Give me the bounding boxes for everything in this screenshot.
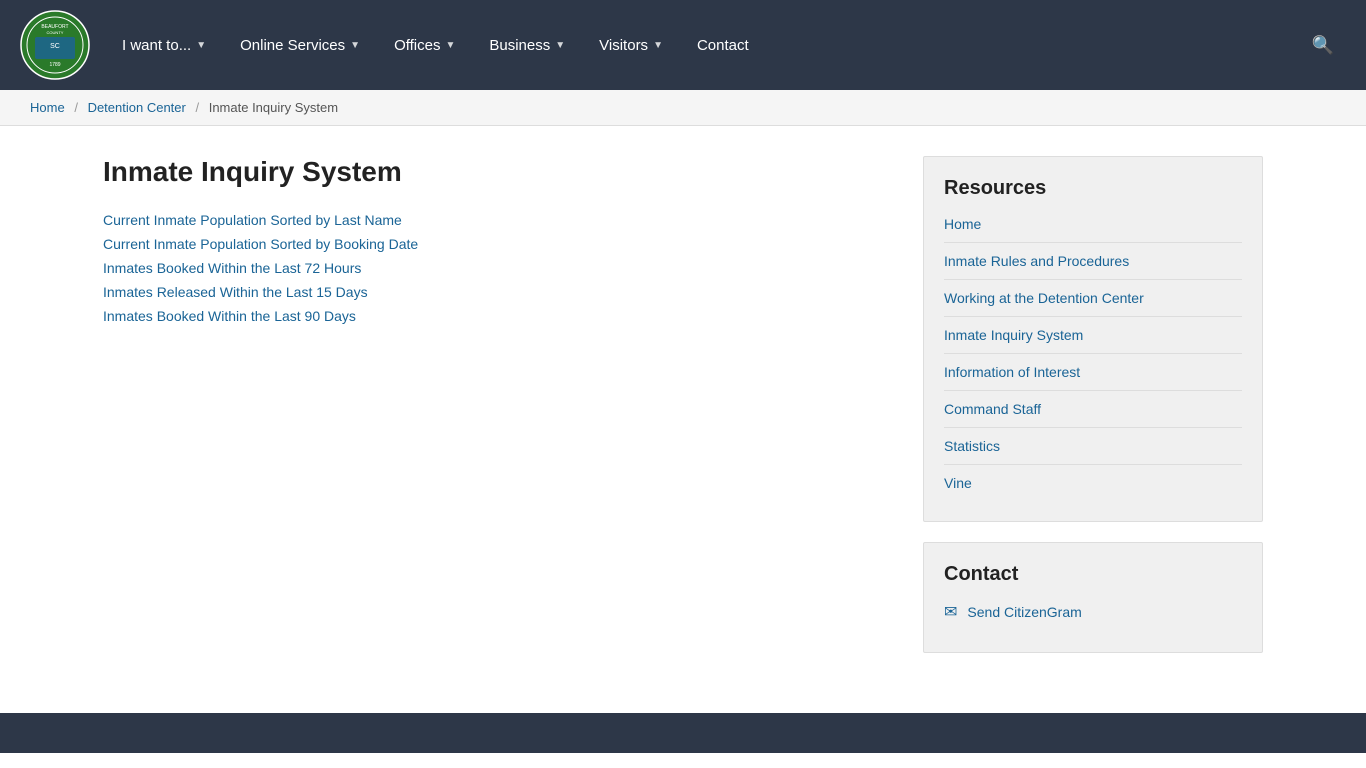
resource-link-inquiry[interactable]: Inmate Inquiry System xyxy=(944,327,1083,343)
list-item: Inmates Released Within the Last 15 Days xyxy=(103,284,883,300)
list-item: Inmate Inquiry System xyxy=(944,316,1242,353)
nav-item-iwantto[interactable]: I want to... ▼ xyxy=(110,29,218,62)
citizengram-link[interactable]: Send CitizenGram xyxy=(967,604,1081,620)
breadcrumb-current: Inmate Inquiry System xyxy=(209,100,338,115)
inmate-link-5[interactable]: Inmates Booked Within the Last 90 Days xyxy=(103,308,356,324)
resource-link-statistics[interactable]: Statistics xyxy=(944,438,1000,454)
list-item: Home xyxy=(944,216,1242,242)
breadcrumb: Home / Detention Center / Inmate Inquiry… xyxy=(0,90,1366,126)
site-logo[interactable]: BEAUFORT COUNTY SC 1789 xyxy=(20,10,90,80)
resource-link-rules[interactable]: Inmate Rules and Procedures xyxy=(944,253,1129,269)
list-item: Vine xyxy=(944,464,1242,501)
search-button[interactable]: 🔍 xyxy=(1300,27,1346,64)
chevron-down-icon: ▼ xyxy=(445,40,455,51)
chevron-down-icon: ▼ xyxy=(653,40,663,51)
breadcrumb-separator: / xyxy=(195,100,199,115)
list-item: Information of Interest xyxy=(944,353,1242,390)
nav-item-onlineservices[interactable]: Online Services ▼ xyxy=(228,29,372,62)
navbar: BEAUFORT COUNTY SC 1789 I want to... ▼ O… xyxy=(0,0,1366,90)
content-area: Inmate Inquiry System Current Inmate Pop… xyxy=(103,156,883,673)
search-icon: 🔍 xyxy=(1312,35,1334,55)
resources-box: Resources Home Inmate Rules and Procedur… xyxy=(923,156,1263,522)
svg-text:SC: SC xyxy=(50,43,60,50)
list-item: Inmate Rules and Procedures xyxy=(944,242,1242,279)
chevron-down-icon: ▼ xyxy=(196,40,206,51)
breadcrumb-home[interactable]: Home xyxy=(30,100,65,115)
nav-item-contact[interactable]: Contact xyxy=(685,29,761,62)
resource-link-vine[interactable]: Vine xyxy=(944,475,972,491)
contact-link-list: ✉ Send CitizenGram xyxy=(944,602,1242,632)
svg-text:COUNTY: COUNTY xyxy=(47,30,64,35)
list-item: Current Inmate Population Sorted by Book… xyxy=(103,236,883,252)
contact-title: Contact xyxy=(944,563,1242,586)
page-title: Inmate Inquiry System xyxy=(103,156,883,188)
list-item: Current Inmate Population Sorted by Last… xyxy=(103,212,883,228)
breadcrumb-separator: / xyxy=(74,100,78,115)
nav-item-offices[interactable]: Offices ▼ xyxy=(382,29,467,62)
resource-link-working[interactable]: Working at the Detention Center xyxy=(944,290,1144,306)
list-item: Statistics xyxy=(944,427,1242,464)
mail-icon: ✉ xyxy=(944,602,957,622)
list-item: Inmates Booked Within the Last 90 Days xyxy=(103,308,883,324)
nav-menu: I want to... ▼ Online Services ▼ Offices… xyxy=(110,27,1346,64)
chevron-down-icon: ▼ xyxy=(350,40,360,51)
resources-link-list: Home Inmate Rules and Procedures Working… xyxy=(944,216,1242,501)
inmate-link-4[interactable]: Inmates Released Within the Last 15 Days xyxy=(103,284,368,300)
inmate-link-1[interactable]: Current Inmate Population Sorted by Last… xyxy=(103,212,402,228)
nav-item-business[interactable]: Business ▼ xyxy=(477,29,577,62)
inquiry-link-list: Current Inmate Population Sorted by Last… xyxy=(103,212,883,324)
resource-link-info[interactable]: Information of Interest xyxy=(944,364,1080,380)
resource-link-command[interactable]: Command Staff xyxy=(944,401,1041,417)
resources-title: Resources xyxy=(944,177,1242,200)
inmate-link-3[interactable]: Inmates Booked Within the Last 72 Hours xyxy=(103,260,361,276)
nav-item-visitors[interactable]: Visitors ▼ xyxy=(587,29,675,62)
breadcrumb-parent[interactable]: Detention Center xyxy=(88,100,186,115)
contact-box: Contact ✉ Send CitizenGram xyxy=(923,542,1263,653)
footer xyxy=(0,713,1366,753)
list-item: Working at the Detention Center xyxy=(944,279,1242,316)
resource-link-home[interactable]: Home xyxy=(944,216,981,232)
chevron-down-icon: ▼ xyxy=(555,40,565,51)
inmate-link-2[interactable]: Current Inmate Population Sorted by Book… xyxy=(103,236,418,252)
list-item: ✉ Send CitizenGram xyxy=(944,602,1242,632)
sidebar: Resources Home Inmate Rules and Procedur… xyxy=(923,156,1263,673)
main-container: Inmate Inquiry System Current Inmate Pop… xyxy=(83,156,1283,673)
list-item: Command Staff xyxy=(944,390,1242,427)
svg-text:1789: 1789 xyxy=(49,62,60,68)
list-item: Inmates Booked Within the Last 72 Hours xyxy=(103,260,883,276)
